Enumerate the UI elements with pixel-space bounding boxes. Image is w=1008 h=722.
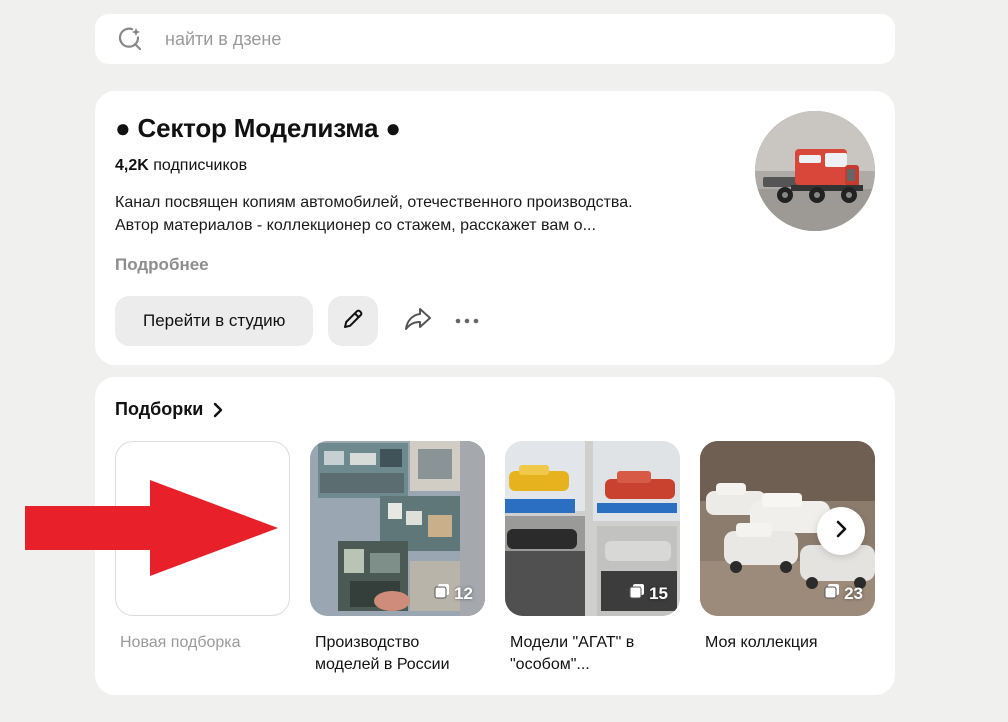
collection-thumb[interactable]: 12: [310, 441, 485, 616]
carousel-next-button[interactable]: [817, 507, 865, 555]
collections-header[interactable]: Подборки: [115, 399, 223, 420]
collection-count: 12: [434, 583, 473, 604]
red-annotation-arrow: [25, 480, 280, 582]
search-icon: [115, 24, 145, 54]
channel-title: ● Сектор Моделизма ●: [115, 113, 401, 143]
collection-count-value: 12: [454, 583, 473, 603]
collections-title: Подборки: [115, 399, 204, 419]
collection-label: Производство моделей в России: [315, 634, 450, 673]
collection-count-value: 15: [649, 583, 668, 603]
cards-stack-icon: [824, 583, 840, 604]
description-line: Автор материалов - коллекционер со стаже…: [115, 217, 596, 234]
cards-stack-icon: [434, 583, 450, 604]
avatar-truck-image: [755, 111, 875, 231]
subscribers-label: подписчиков: [153, 157, 248, 174]
avatar[interactable]: [755, 111, 875, 231]
collection-thumb[interactable]: 15: [505, 441, 680, 616]
chevron-right-icon: [213, 402, 223, 418]
collection-tile[interactable]: 15 Модели "АГАТ" в "особом"...: [505, 441, 680, 676]
chevron-right-icon: [835, 520, 847, 543]
collection-count: 23: [824, 583, 863, 604]
collection-count-value: 23: [844, 583, 863, 603]
collection-label: Моя коллекция: [705, 634, 818, 651]
pencil-icon: [340, 306, 366, 337]
share-button[interactable]: [402, 305, 434, 337]
edit-button[interactable]: [328, 296, 379, 346]
collection-tile[interactable]: 12 Производство моделей в России: [310, 441, 485, 676]
search-input[interactable]: [165, 28, 765, 50]
subscribers: 4,2K подписчиков: [115, 157, 247, 175]
subscribers-count: 4,2K: [115, 157, 149, 174]
cards-stack-icon: [629, 583, 645, 604]
channel-card: ● Сектор Моделизма ● 4,2K подписчиков Ка…: [95, 91, 895, 365]
new-collection-label: Новая подборка: [120, 634, 241, 651]
channel-actions: Перейти в студию: [115, 296, 482, 346]
dots-icon: [454, 312, 480, 330]
more-link[interactable]: Подробнее: [115, 255, 209, 275]
collection-label: Модели "АГАТ" в "особом"...: [510, 634, 635, 673]
share-icon: [404, 306, 432, 337]
studio-button[interactable]: Перейти в студию: [115, 296, 314, 346]
more-options-button[interactable]: [452, 306, 482, 336]
channel-description: Канал посвящен копиям автомобилей, отече…: [115, 191, 735, 237]
description-line: Канал посвящен копиям автомобилей, отече…: [115, 194, 633, 211]
collection-count: 15: [629, 583, 668, 604]
search-bar[interactable]: [95, 14, 895, 64]
